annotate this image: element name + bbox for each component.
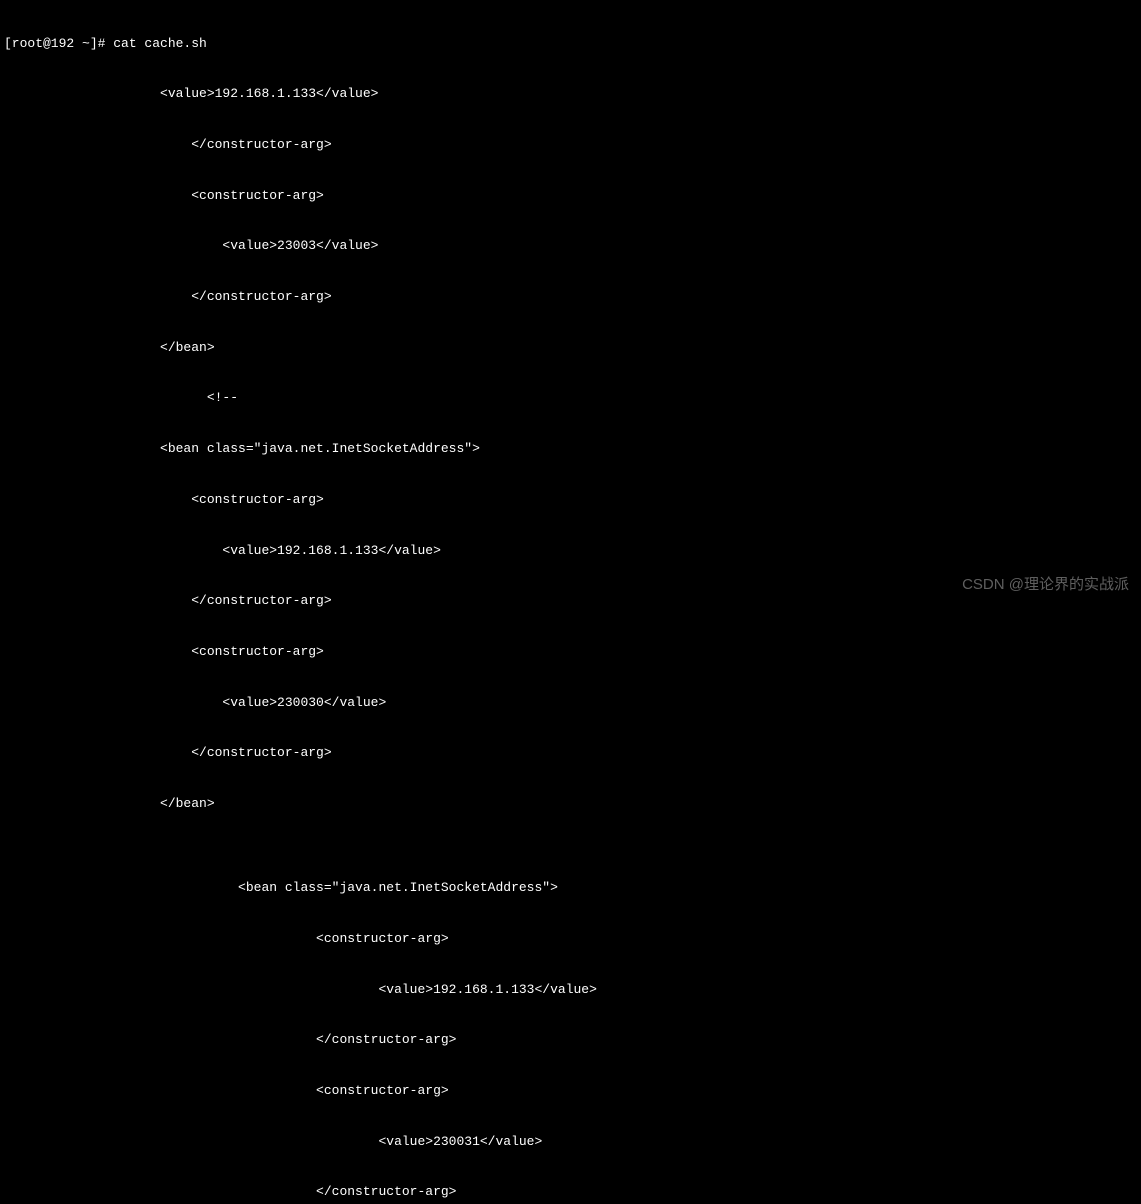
command-text: cat cache.sh xyxy=(113,36,207,51)
watermark-text: CSDN @理论界的实战派 xyxy=(962,575,1129,595)
prompt-line: [root@192 ~]# cat cache.sh xyxy=(4,36,1137,53)
output-line: <constructor-arg> xyxy=(4,1083,1137,1100)
output-line: <bean class="java.net.InetSocketAddress"… xyxy=(4,441,1137,458)
output-line: <!-- xyxy=(4,390,1137,407)
output-line: <constructor-arg> xyxy=(4,644,1137,661)
output-line: </constructor-arg> xyxy=(4,745,1137,762)
terminal-output[interactable]: [root@192 ~]# cat cache.sh <value>192.16… xyxy=(4,2,1137,1204)
output-line: </constructor-arg> xyxy=(4,1184,1137,1201)
output-line: <value>192.168.1.133</value> xyxy=(4,982,1137,999)
output-line: </constructor-arg> xyxy=(4,289,1137,306)
output-line: <constructor-arg> xyxy=(4,931,1137,948)
output-line: <value>192.168.1.133</value> xyxy=(4,543,1137,560)
output-line: <value>192.168.1.133</value> xyxy=(4,86,1137,103)
output-line: </bean> xyxy=(4,340,1137,357)
output-line: </bean> xyxy=(4,796,1137,813)
output-line: <constructor-arg> xyxy=(4,188,1137,205)
output-line: </constructor-arg> xyxy=(4,137,1137,154)
output-line: </constructor-arg> xyxy=(4,1032,1137,1049)
output-line: <value>230030</value> xyxy=(4,695,1137,712)
output-line: <value>230031</value> xyxy=(4,1134,1137,1151)
output-line: <value>23003</value> xyxy=(4,238,1137,255)
output-line: <constructor-arg> xyxy=(4,492,1137,509)
shell-prompt: [root@192 ~]# xyxy=(4,36,113,51)
output-line: <bean class="java.net.InetSocketAddress"… xyxy=(4,880,1137,897)
